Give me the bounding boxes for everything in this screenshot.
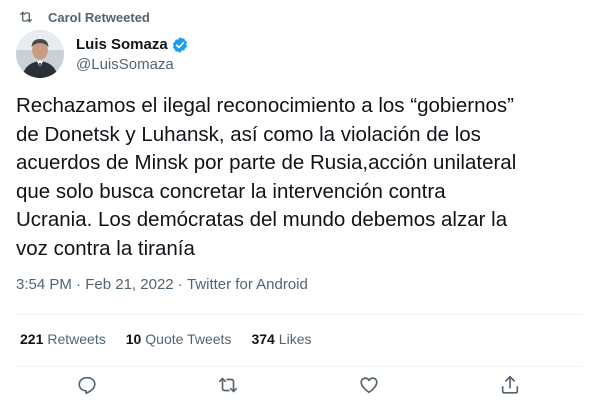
likes-label: Likes	[278, 331, 312, 347]
tweet-actions	[0, 374, 598, 404]
quote-tweets-stat[interactable]: 10 Quote Tweets	[126, 331, 232, 347]
quote-tweets-label: Quote Tweets	[145, 331, 232, 347]
tweet-source[interactable]: Twitter for Android	[187, 276, 308, 293]
likes-stat[interactable]: 374 Likes	[251, 331, 311, 347]
likes-count: 374	[251, 331, 275, 347]
reply-icon	[78, 376, 96, 395]
tweet-stats: 221 Retweets 10 Quote Tweets 374 Likes	[20, 331, 331, 347]
meta-separator: ·	[71, 276, 86, 293]
retweets-label: Retweets	[47, 331, 106, 347]
quote-tweets-count: 10	[125, 331, 142, 347]
meta-separator: ·	[173, 276, 187, 293]
author-handle[interactable]: @LuisSomaza	[76, 56, 189, 73]
retweet-button[interactable]	[217, 374, 239, 396]
tweet-time[interactable]: 3:54 PM	[16, 276, 72, 293]
share-button[interactable]	[499, 374, 521, 396]
avatar[interactable]	[16, 30, 64, 78]
retweet-icon	[218, 377, 238, 393]
tweet-meta: 3:54 PM · Feb 21, 2022 · Twitter for And…	[16, 276, 308, 293]
retweet-context-label: Carol Retweeted	[48, 9, 150, 25]
reply-button[interactable]	[76, 374, 98, 396]
divider	[16, 366, 582, 367]
tweet-text: Rechazamos el ilegal reconocimiento a lo…	[16, 94, 517, 260]
heart-icon	[360, 377, 378, 394]
verified-badge-icon	[172, 36, 187, 53]
divider	[16, 314, 582, 315]
retweet-context[interactable]: Carol Retweeted	[18, 8, 150, 26]
retweets-stat[interactable]: 221 Retweets	[20, 331, 106, 347]
author-name[interactable]: Luis Somaza	[76, 36, 168, 53]
like-button[interactable]	[358, 374, 380, 396]
retweets-count: 221	[20, 331, 44, 347]
retweet-icon	[20, 11, 32, 23]
share-icon	[501, 375, 519, 394]
tweet-date[interactable]: Feb 21, 2022	[85, 276, 173, 293]
tweet-author: Luis Somaza @LuisSomaza	[16, 30, 189, 78]
